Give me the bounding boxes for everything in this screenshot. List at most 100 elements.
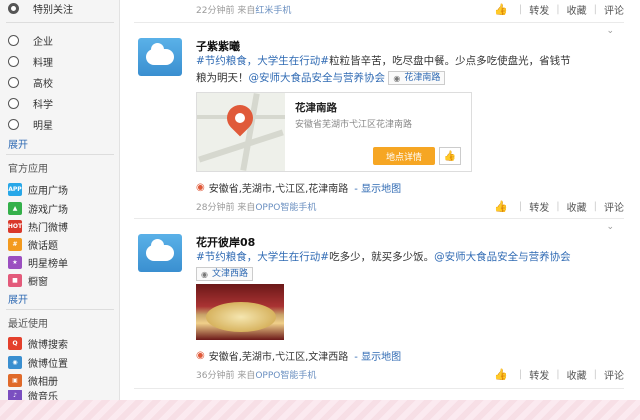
post-meta: 22分钟前 来自红米手机 — [196, 3, 291, 16]
app-item-3[interactable]: # 微话题 — [8, 236, 58, 252]
chevron-down-icon[interactable]: ⌄ — [606, 26, 614, 36]
post-location: ◉ 安徽省,芜湖市,弋江区,花津南路 - 显示地图 — [196, 180, 401, 195]
recent-item-0[interactable]: Q 微博搜索 — [8, 335, 68, 351]
apps-expand-link[interactable]: 展开 — [8, 291, 28, 306]
source-label: 来自 — [237, 6, 256, 16]
sidebar-item-label: 特别关注 — [33, 4, 73, 16]
post-actions: 👍 | 转发 | 收藏 | 评论 — [494, 2, 624, 17]
comment-button[interactable]: 评论 — [604, 2, 624, 17]
source-device[interactable]: OPPO智能手机 — [255, 203, 316, 213]
forward-button[interactable]: 转发 — [529, 367, 549, 382]
like-icon[interactable]: 👍 — [494, 368, 508, 381]
favorite-button[interactable]: 收藏 — [567, 2, 587, 17]
app-item-0[interactable]: APP 应用广场 — [8, 181, 68, 197]
like-icon[interactable]: 👍 — [494, 200, 508, 213]
sidebar-item-label: 高校 — [33, 78, 53, 90]
page-footer-background — [0, 400, 640, 420]
post-text: #节约粮食，大学生在行动#吃多少，就买多少饭。@安师大食品安全与营养协会 ◉ 文津… — [196, 249, 636, 283]
star-rank-icon: ★ — [8, 255, 22, 269]
radio-icon — [8, 55, 19, 67]
app-label: 微博位置 — [28, 358, 68, 370]
post-meta: 28分钟前 来自OPPO智能手机 — [196, 200, 316, 213]
app-item-4[interactable]: ★ 明星榜单 — [8, 254, 68, 270]
location-chip[interactable]: ◉ 文津西路 — [196, 267, 253, 281]
chevron-down-icon[interactable]: ⌄ — [606, 222, 614, 232]
sidebar-item-label: 明星 — [33, 120, 53, 132]
app-square-icon: APP — [8, 182, 22, 196]
sidebar-item-label: 科学 — [33, 99, 53, 111]
place-details-button[interactable]: 地点详情 — [373, 147, 435, 165]
like-icon[interactable]: 👍 — [494, 3, 508, 16]
avatar[interactable] — [138, 234, 182, 272]
favorite-button[interactable]: 收藏 — [567, 199, 587, 214]
source-device[interactable]: 红米手机 — [255, 6, 291, 16]
location-chip-label: 花津南路 — [404, 72, 441, 83]
location-pin-icon: ◉ — [196, 350, 205, 361]
map-card-address: 安徽省芜湖市弋江区花津南路 — [295, 120, 413, 130]
map-card-title: 花津南路 — [295, 102, 337, 114]
post-time[interactable]: 28分钟前 — [196, 203, 234, 213]
post-text: #节约粮食，大学生在行动#粒粒皆辛苦，吃尽盘中餐。少点多吃使盘光，省钱节 粮为明… — [196, 53, 636, 87]
post-divider — [134, 22, 624, 23]
sidebar-item-label: 料理 — [33, 57, 53, 69]
app-label: 明星榜单 — [28, 258, 68, 270]
music-icon: ♪ — [8, 390, 22, 400]
sidebar-group-0[interactable]: 企业 — [8, 32, 53, 48]
radio-icon — [8, 76, 19, 88]
comment-button[interactable]: 评论 — [604, 367, 624, 382]
app-label: 橱窗 — [28, 276, 48, 288]
source-label: 来自 — [237, 203, 256, 213]
sidebar-group-3[interactable]: 科学 — [8, 95, 53, 111]
source-device[interactable]: OPPO智能手机 — [255, 371, 316, 381]
radio-icon — [8, 97, 19, 109]
post-body: 粒粒皆辛苦，吃尽盘中餐。少点多吃使盘光，省钱节 — [329, 55, 571, 67]
post-time[interactable]: 36分钟前 — [196, 371, 234, 381]
mention-link[interactable]: @安师大食品安全与营养协会 — [249, 72, 386, 84]
favorite-button[interactable]: 收藏 — [567, 367, 587, 382]
show-map-link[interactable]: - 显示地图 — [354, 180, 401, 195]
pin-icon: ◉ — [201, 269, 208, 279]
recent-item-1[interactable]: ◉ 微博位置 — [8, 354, 68, 370]
app-label: 热门微博 — [28, 222, 68, 234]
left-sidebar: 特别关注 企业 料理 高校 科学 明星 展开 官方应用 APP 应用广场 ▲ 游戏广… — [0, 0, 120, 400]
radio-icon — [8, 34, 19, 46]
hashtag-link[interactable]: #节约粮食，大学生在行动# — [196, 55, 329, 67]
post-photo[interactable] — [196, 284, 284, 340]
post-time[interactable]: 22分钟前 — [196, 6, 234, 16]
recent-item-3[interactable]: ♪ 微音乐 — [8, 390, 58, 400]
game-icon: ▲ — [8, 201, 22, 215]
hashtag-link[interactable]: #节约粮食，大学生在行动# — [196, 251, 329, 263]
app-item-1[interactable]: ▲ 游戏广场 — [8, 200, 68, 216]
mention-link[interactable]: @安师大食品安全与营养协会 — [434, 251, 571, 263]
post-username[interactable]: 花开彼岸08 — [196, 234, 255, 250]
sidebar-group-2[interactable]: 高校 — [8, 74, 53, 90]
show-map-link[interactable]: - 显示地图 — [354, 348, 401, 363]
app-item-2[interactable]: HOT 热门微博 — [8, 218, 68, 234]
divider — [6, 309, 114, 310]
app-label: 微音乐 — [28, 391, 58, 401]
post-divider — [134, 388, 624, 389]
sidebar-group-1[interactable]: 料理 — [8, 53, 53, 69]
recent-item-2[interactable]: ▣ 微相册 — [8, 372, 58, 388]
comment-button[interactable]: 评论 — [604, 199, 624, 214]
search-icon: Q — [8, 336, 22, 350]
forward-button[interactable]: 转发 — [529, 2, 549, 17]
location-chip[interactable]: ◉ 花津南路 — [388, 71, 446, 85]
app-item-5[interactable]: ■ 橱窗 — [8, 272, 48, 288]
post-username[interactable]: 子紫紫曦 — [196, 38, 240, 54]
post-body-2: 粮为明天！ — [196, 72, 249, 84]
shop-icon: ■ — [8, 273, 22, 287]
post-body: 吃多少，就买多少饭。 — [329, 251, 435, 263]
map-card[interactable]: 花津南路 安徽省芜湖市弋江区花津南路 地点详情 👍 — [196, 92, 472, 172]
app-label: 应用广场 — [28, 185, 68, 197]
forward-button[interactable]: 转发 — [529, 199, 549, 214]
feed-panel: 22分钟前 来自红米手机 👍 | 转发 | 收藏 | 评论 ⌄ 子紫紫曦 #节约粮食，… — [120, 0, 640, 400]
sidebar-item-special-follow[interactable]: 特别关注 — [8, 0, 73, 16]
groups-expand-link[interactable]: 展开 — [8, 136, 28, 151]
radio-icon — [8, 118, 19, 130]
recent-heading: 最近使用 — [8, 319, 48, 330]
avatar[interactable] — [138, 38, 182, 76]
topic-icon: # — [8, 237, 22, 251]
like-icon[interactable]: 👍 — [439, 147, 461, 165]
sidebar-group-4[interactable]: 明星 — [8, 116, 53, 132]
